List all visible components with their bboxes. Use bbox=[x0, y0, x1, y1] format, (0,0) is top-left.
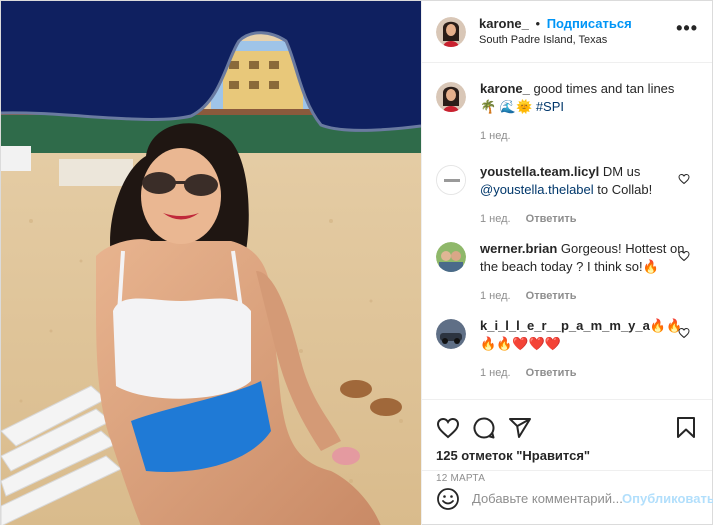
smile-icon[interactable] bbox=[436, 487, 460, 511]
caption-body: karone_ good times and tan lines 🌴 🌊🌞 #S… bbox=[480, 80, 692, 163]
car-photo-avatar-icon bbox=[436, 319, 466, 349]
post-side-panel: karone_ • Подписаться South Padre Island… bbox=[421, 1, 713, 525]
comment-meta: 1 нед. Ответить bbox=[480, 364, 692, 380]
comment-time[interactable]: 1 нед. bbox=[480, 290, 511, 302]
more-options-icon[interactable]: ••• bbox=[676, 18, 698, 39]
comment-username[interactable]: youstella.team.licyl bbox=[480, 164, 599, 179]
comment-item: werner.brian Gorgeous! Hottest on the be… bbox=[436, 240, 698, 317]
add-comment-bar: Опубликовать bbox=[422, 470, 713, 525]
caption-username[interactable]: karone_ bbox=[480, 81, 530, 96]
caption-meta: 1 нед. bbox=[480, 127, 692, 143]
comment-meta: 1 нед. Ответить bbox=[480, 287, 692, 303]
likes-count[interactable]: 125 отметок "Нравится" bbox=[436, 448, 698, 463]
comment-username[interactable]: k_i_l_l_e_r__p_a_m_m_y_a bbox=[480, 318, 650, 333]
caption-time[interactable]: 1 нед. bbox=[480, 130, 511, 142]
reply-button[interactable]: Ответить bbox=[526, 367, 577, 379]
publish-button[interactable]: Опубликовать bbox=[622, 491, 713, 506]
author-avatar[interactable] bbox=[436, 16, 466, 47]
comment-body: werner.brian Gorgeous! Hottest on the be… bbox=[480, 240, 692, 317]
comment-body: youstella.team.licyl DM us @youstella.th… bbox=[480, 163, 692, 240]
author-username[interactable]: karone_ bbox=[479, 16, 529, 31]
reply-button[interactable]: Ответить bbox=[526, 290, 577, 302]
heart-icon[interactable] bbox=[436, 416, 460, 440]
comment-username[interactable]: werner.brian bbox=[480, 241, 557, 256]
post-header: karone_ • Подписаться South Padre Island… bbox=[422, 1, 712, 63]
profile-photo-icon bbox=[436, 16, 466, 47]
couple-photo-avatar-icon bbox=[436, 242, 466, 272]
reply-button[interactable]: Ответить bbox=[526, 213, 577, 225]
brand-logo-avatar-icon bbox=[437, 166, 465, 194]
comment-body: k_i_l_l_e_r__p_a_m_m_y_a🔥🔥 🔥🔥❤️❤️❤️ 1 не… bbox=[480, 317, 692, 394]
author-avatar[interactable] bbox=[436, 82, 466, 112]
commenter-avatar[interactable] bbox=[436, 242, 466, 272]
location-link[interactable]: South Padre Island, Texas bbox=[479, 32, 676, 49]
comment-like-heart-icon[interactable] bbox=[678, 173, 690, 185]
comment-text: DM us bbox=[599, 164, 641, 179]
commenter-avatar[interactable] bbox=[436, 319, 466, 349]
share-icon[interactable] bbox=[508, 416, 532, 440]
comment-time[interactable]: 1 нед. bbox=[480, 367, 511, 379]
separator-dot: • bbox=[535, 15, 541, 31]
comment-time[interactable]: 1 нед. bbox=[480, 213, 511, 225]
action-icons bbox=[436, 408, 698, 448]
comment-meta: 1 нед. Ответить bbox=[480, 210, 692, 226]
comment-like-heart-icon[interactable] bbox=[678, 250, 690, 262]
comments-list[interactable]: karone_ good times and tan lines 🌴 🌊🌞 #S… bbox=[422, 64, 712, 399]
follow-button[interactable]: Подписаться bbox=[547, 16, 632, 31]
comment-icon[interactable] bbox=[472, 416, 496, 440]
caption-emoji: 🌊🌞 bbox=[499, 99, 536, 114]
hashtag-link[interactable]: #SPI bbox=[536, 99, 564, 114]
comment-text-2: to Collab! bbox=[593, 182, 653, 197]
comment-item: k_i_l_l_e_r__p_a_m_m_y_a🔥🔥 🔥🔥❤️❤️❤️ 1 не… bbox=[436, 317, 698, 394]
beach-photo bbox=[1, 1, 421, 525]
mention-link[interactable]: @youstella.thelabel bbox=[480, 182, 594, 197]
comment-item: youstella.team.licyl DM us @youstella.th… bbox=[436, 163, 698, 240]
bookmark-icon[interactable] bbox=[674, 416, 698, 440]
comment-input[interactable] bbox=[472, 491, 622, 506]
comment-like-heart-icon[interactable] bbox=[678, 327, 690, 339]
instagram-post: karone_ • Подписаться South Padre Island… bbox=[0, 0, 713, 525]
post-photo[interactable] bbox=[1, 1, 421, 525]
caption: karone_ good times and tan lines 🌴 🌊🌞 #S… bbox=[436, 80, 698, 163]
commenter-avatar[interactable] bbox=[436, 165, 466, 195]
header-text: karone_ • Подписаться South Padre Island… bbox=[479, 15, 676, 49]
profile-photo-icon bbox=[436, 82, 466, 112]
